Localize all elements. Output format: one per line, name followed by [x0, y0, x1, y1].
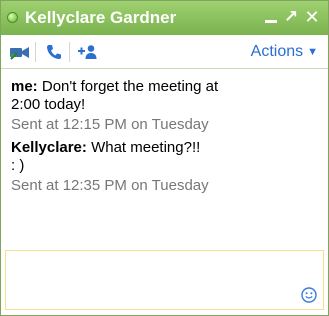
message-sender: Kellyclare: [11, 139, 87, 156]
message-input[interactable] [5, 250, 324, 310]
phone-icon [47, 44, 61, 59]
message-body-line2: : ) [11, 157, 25, 174]
chat-toolbar: Actions ▼ [1, 35, 328, 69]
toolbar-divider [69, 42, 70, 62]
chevron-down-icon: ▼ [307, 46, 318, 58]
message-timestamp: Sent at 12:35 PM on Tuesday [11, 177, 209, 194]
toolbar-divider [35, 42, 36, 62]
online-status-icon [7, 12, 18, 23]
message-sender: me: [11, 78, 38, 95]
minimize-button[interactable] [262, 6, 280, 28]
message-timestamp: Sent at 12:15 PM on Tuesday [11, 116, 209, 133]
video-camera-icon [10, 46, 29, 60]
message-item: me: Don't forget the meeting at 2:00 tod… [11, 78, 318, 134]
video-chat-button[interactable] [5, 35, 35, 68]
voice-call-button[interactable] [39, 35, 69, 68]
smiley-icon[interactable] [301, 287, 317, 303]
message-history: me: Don't forget the meeting at 2:00 tod… [1, 69, 328, 249]
add-person-icon [78, 44, 97, 59]
chat-window: Kellyclare Gardner ↗ ✕ Actions ▼ me: Don… [0, 0, 329, 316]
close-button[interactable]: ✕ [303, 6, 321, 28]
popout-button[interactable]: ↗ [282, 6, 300, 28]
message-item: Kellyclare: What meeting?!! : ) Sent at … [11, 139, 318, 195]
message-body-line1: What meeting?!! [91, 139, 201, 156]
title-bar[interactable]: Kellyclare Gardner ↗ ✕ [1, 1, 328, 35]
message-text: Kellyclare: What meeting?!! [11, 139, 318, 157]
minimize-icon [265, 20, 277, 23]
contact-name-title: Kellyclare Gardner [25, 8, 177, 27]
message-body-line1: Don't forget the meeting at [41, 78, 219, 95]
actions-menu[interactable]: Actions ▼ [251, 43, 318, 61]
message-text: me: Don't forget the meeting at [11, 78, 318, 96]
add-person-button[interactable] [72, 35, 102, 68]
actions-label: Actions [250, 43, 304, 60]
message-body-line2: 2:00 today! [11, 96, 86, 113]
